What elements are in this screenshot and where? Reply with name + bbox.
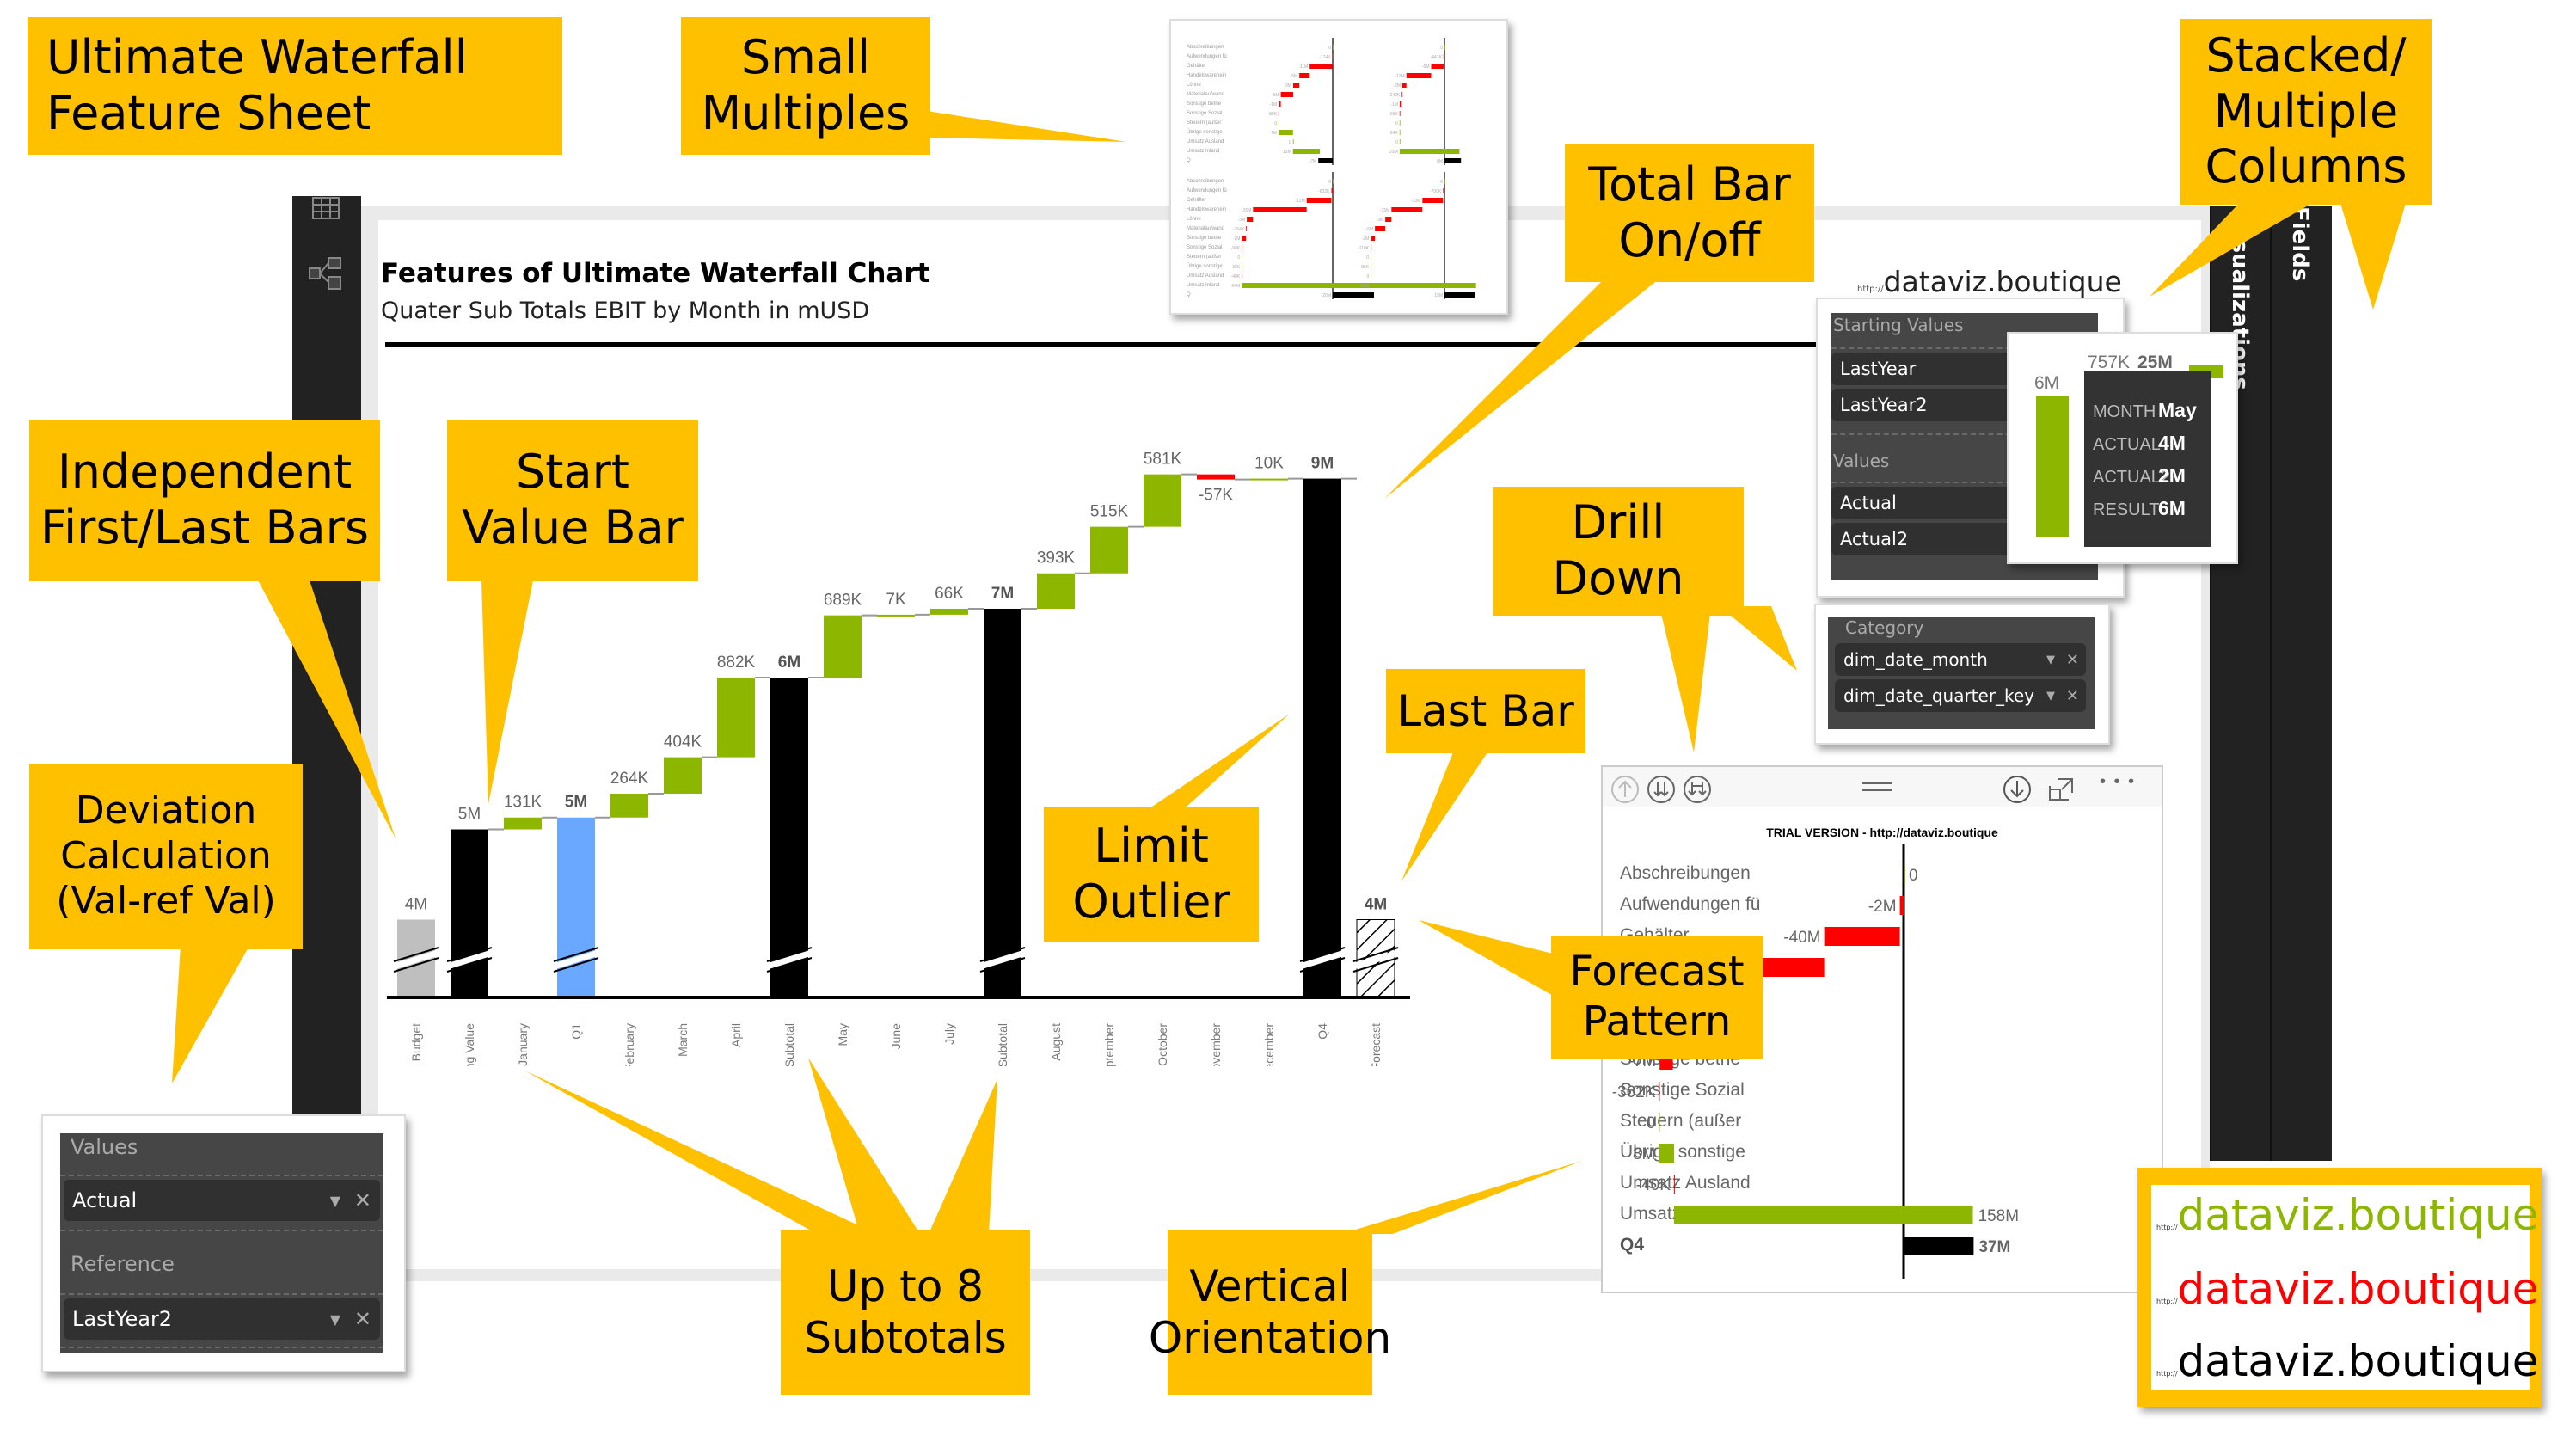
pointer-subtotals-3: [929, 1079, 997, 1234]
pointer-forecast: [1419, 920, 1556, 997]
callout-limit-outlier: Limit Outlier: [1044, 807, 1259, 942]
pointer-start-value: [481, 580, 533, 804]
callout-subtotals: Up to 8 Subtotals: [781, 1230, 1030, 1395]
pointer-subtotals-2: [808, 1058, 920, 1234]
callout-feature-sheet: Ultimate Waterfall Feature Sheet: [28, 17, 562, 155]
pointer-drill-down-2: [1720, 606, 1797, 671]
callout-drill-down: Drill Down: [1493, 487, 1744, 616]
callout-deviation: Deviation Calculation (Val-ref Val): [29, 764, 303, 949]
callout-pointers: [172, 103, 2407, 1234]
callout-last-bar: Last Bar: [1386, 669, 1585, 753]
pointer-deviation: [172, 946, 249, 1083]
callout-independent-bars: Independent First/Last Bars: [29, 420, 380, 581]
callout-forecast-pattern: Forecast Pattern: [1551, 936, 1763, 1059]
pointer-vertical: [1341, 1161, 1582, 1234]
pointer-stacked-2: [2339, 198, 2407, 310]
pointer-drill-down: [1659, 606, 1711, 752]
pointer-stacked-1: [2150, 189, 2321, 297]
callout-total-bar: Total Bar On/off: [1565, 144, 1814, 282]
callout-vertical-orientation: Vertical Orientation: [1149, 1230, 1391, 1395]
callout-stacked-columns: Stacked/ Multiple Columns: [2180, 19, 2432, 205]
pointer-last-bar: [1401, 752, 1487, 881]
pointer-total-bar: [1384, 258, 1685, 499]
callout-small-multiples: Small Multiples: [681, 17, 930, 155]
callout-start-value-bar: Start Value Bar: [447, 420, 698, 581]
